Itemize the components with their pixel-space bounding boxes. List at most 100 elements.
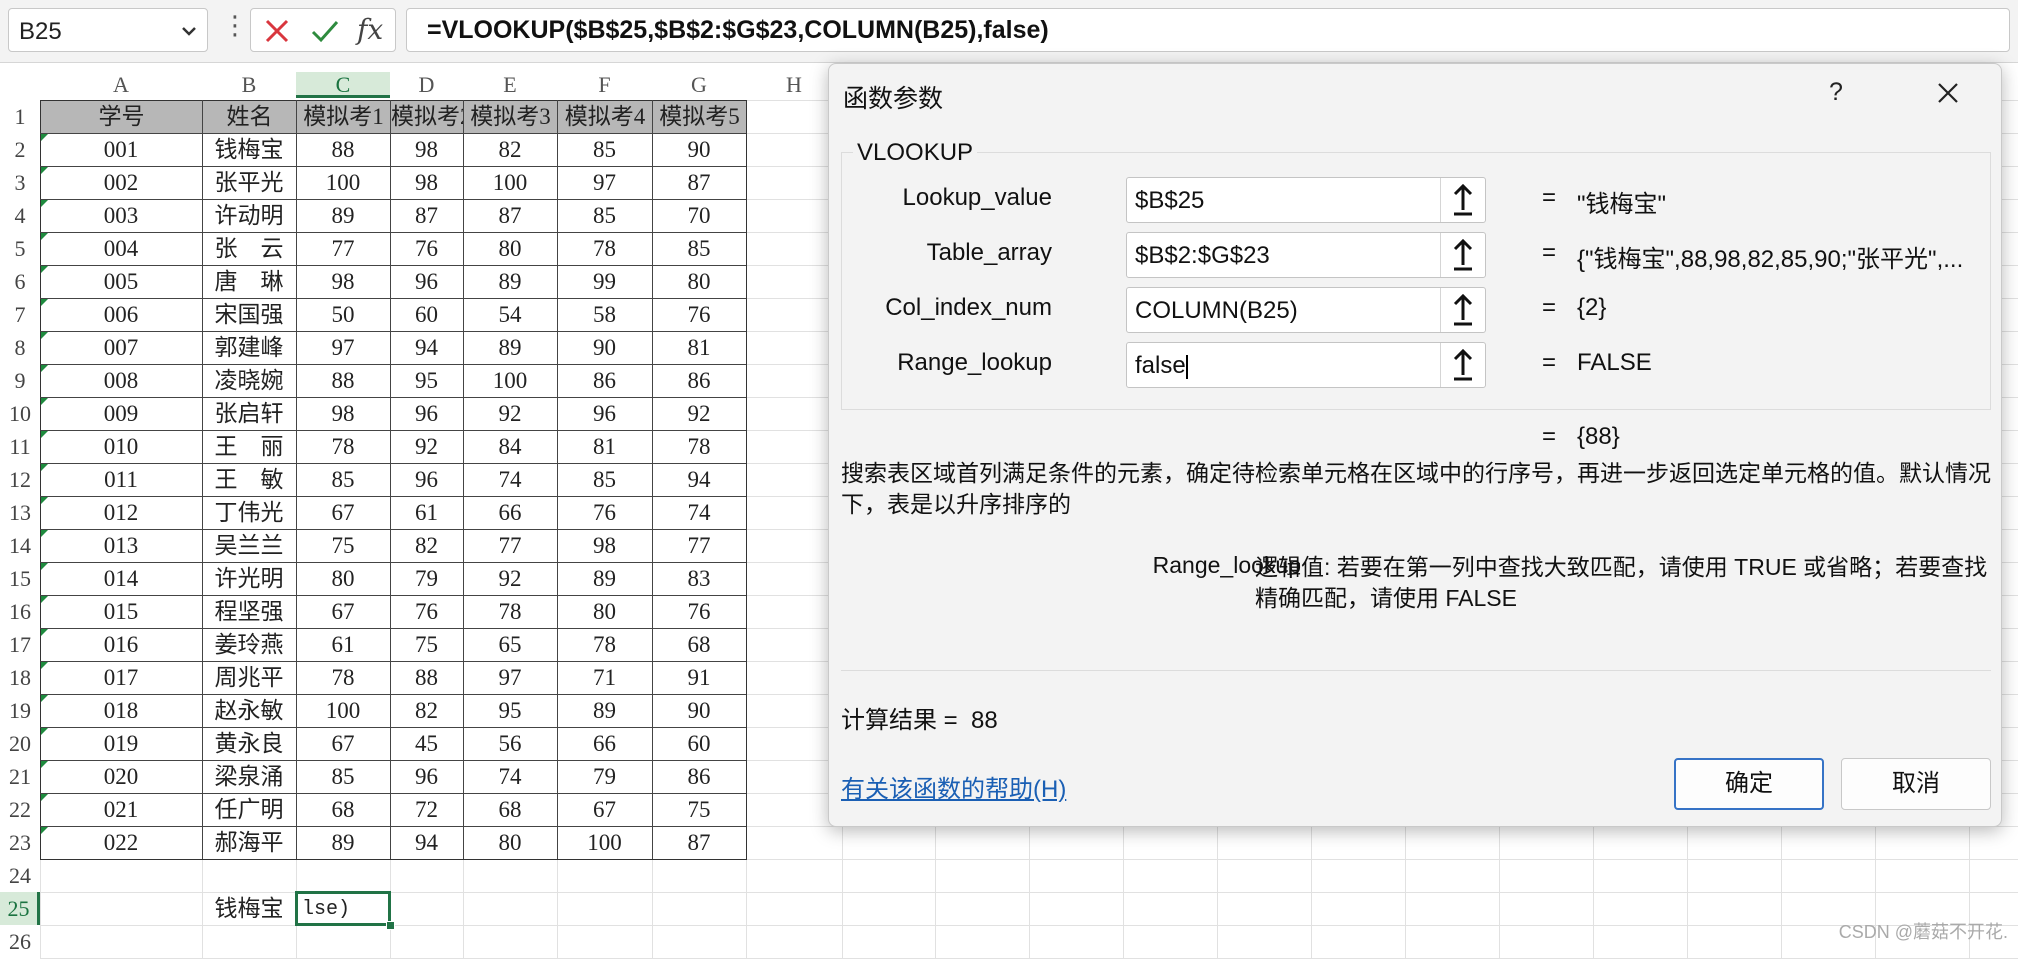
table-cell[interactable]: 019 [40,727,202,760]
row-header-17[interactable]: 17 [0,628,40,661]
table-cell[interactable]: 89 [557,694,652,727]
table-cell[interactable]: 丁伟光 [202,496,296,529]
column-header-d[interactable]: D [390,72,463,98]
table-cell[interactable]: 92 [390,430,463,463]
column-header-b[interactable]: B [202,72,296,98]
table-cell[interactable]: 77 [652,529,746,562]
row-header-6[interactable]: 6 [0,265,40,298]
table-cell[interactable]: 99 [557,265,652,298]
row-header-13[interactable]: 13 [0,496,40,529]
table-cell[interactable]: 67 [296,595,390,628]
table-cell[interactable]: 002 [40,166,202,199]
range-lookup-input[interactable]: false [1126,342,1486,388]
table-cell[interactable]: 61 [296,628,390,661]
table-cell[interactable]: 80 [557,595,652,628]
table-cell[interactable]: 王 丽 [202,430,296,463]
table-cell[interactable]: 014 [40,562,202,595]
table-cell[interactable]: 66 [463,496,557,529]
table-cell[interactable]: 67 [296,496,390,529]
column-header-f[interactable]: F [557,72,652,98]
table-cell[interactable]: 78 [557,232,652,265]
table-cell[interactable]: 005 [40,265,202,298]
table-cell[interactable]: 60 [390,298,463,331]
table-cell[interactable]: 98 [296,397,390,430]
row-header-5[interactable]: 5 [0,232,40,265]
row-header-26[interactable]: 26 [0,925,40,958]
table-cell[interactable]: 022 [40,826,202,859]
table-cell[interactable]: 100 [463,364,557,397]
table-cell[interactable]: 赵永敏 [202,694,296,727]
table-cell[interactable]: 85 [557,199,652,232]
table-header-cell[interactable]: 学号 [41,101,202,133]
table-cell[interactable]: 90 [652,133,746,166]
table-cell[interactable]: 85 [652,232,746,265]
table-cell[interactable]: 80 [652,265,746,298]
table-cell[interactable]: 71 [557,661,652,694]
table-cell[interactable]: 76 [652,298,746,331]
table-cell[interactable]: 周兆平 [202,661,296,694]
table-cell[interactable]: 96 [390,463,463,496]
lookup-value-input[interactable]: $B$25 [1126,177,1486,223]
table-cell[interactable]: 94 [390,826,463,859]
table-cell[interactable]: 87 [652,166,746,199]
table-cell[interactable]: 004 [40,232,202,265]
chevron-down-icon[interactable] [179,21,199,41]
table-cell[interactable]: 凌晓婉 [202,364,296,397]
table-cell[interactable]: 许光明 [202,562,296,595]
table-header-cell[interactable]: 模拟考1 [297,101,390,133]
column-header-g[interactable]: G [652,72,746,98]
table-cell[interactable]: 020 [40,760,202,793]
table-header-cell[interactable]: 模拟考2 [391,101,463,133]
table-cell[interactable]: 018 [40,694,202,727]
table-cell[interactable]: 92 [463,397,557,430]
table-header-cell[interactable]: 模拟考3 [464,101,557,133]
table-cell[interactable]: 97 [557,166,652,199]
table-cell[interactable]: 100 [557,826,652,859]
table-cell[interactable]: 100 [296,694,390,727]
table-cell[interactable]: 94 [652,463,746,496]
table-cell[interactable]: 96 [390,265,463,298]
table-cell[interactable]: 95 [463,694,557,727]
row-header-19[interactable]: 19 [0,694,40,727]
table-cell[interactable]: 张启轩 [202,397,296,430]
table-header-cell[interactable]: 姓名 [203,101,296,133]
table-cell[interactable]: 85 [557,133,652,166]
table-cell[interactable]: 98 [390,166,463,199]
table-cell[interactable]: 72 [390,793,463,826]
table-cell[interactable]: 98 [296,265,390,298]
table-cell[interactable]: 唐 琳 [202,265,296,298]
table-cell[interactable]: 80 [296,562,390,595]
table-cell[interactable]: 88 [296,364,390,397]
table-header-cell[interactable]: 模拟考5 [653,101,746,133]
name-box[interactable]: B25 [8,8,208,52]
cancel-button[interactable]: 取消 [1841,758,1991,810]
table-cell[interactable]: 96 [390,397,463,430]
table-cell[interactable]: 80 [463,826,557,859]
table-cell[interactable]: 75 [652,793,746,826]
table-cell[interactable]: 58 [557,298,652,331]
table-cell[interactable]: 89 [296,826,390,859]
table-cell[interactable]: 009 [40,397,202,430]
table-cell[interactable]: 68 [463,793,557,826]
row-header-25[interactable]: 25 [0,892,40,925]
table-cell[interactable]: 79 [390,562,463,595]
table-cell[interactable]: 宋国强 [202,298,296,331]
table-cell[interactable]: 84 [463,430,557,463]
table-cell[interactable]: 75 [390,628,463,661]
table-cell[interactable]: 86 [652,364,746,397]
table-cell[interactable]: 100 [296,166,390,199]
table-cell[interactable]: 011 [40,463,202,496]
table-cell[interactable]: 98 [390,133,463,166]
table-cell[interactable]: 92 [463,562,557,595]
table-cell[interactable]: 003 [40,199,202,232]
table-cell[interactable]: 97 [296,331,390,364]
table-cell[interactable]: 65 [463,628,557,661]
table-cell[interactable]: 80 [463,232,557,265]
table-cell[interactable]: 67 [296,727,390,760]
table-cell[interactable]: 76 [390,595,463,628]
table-cell[interactable]: 89 [296,199,390,232]
row-header-23[interactable]: 23 [0,826,40,859]
row-header-3[interactable]: 3 [0,166,40,199]
table-cell[interactable]: 79 [557,760,652,793]
active-cell-c25[interactable]: lse) [295,891,391,926]
